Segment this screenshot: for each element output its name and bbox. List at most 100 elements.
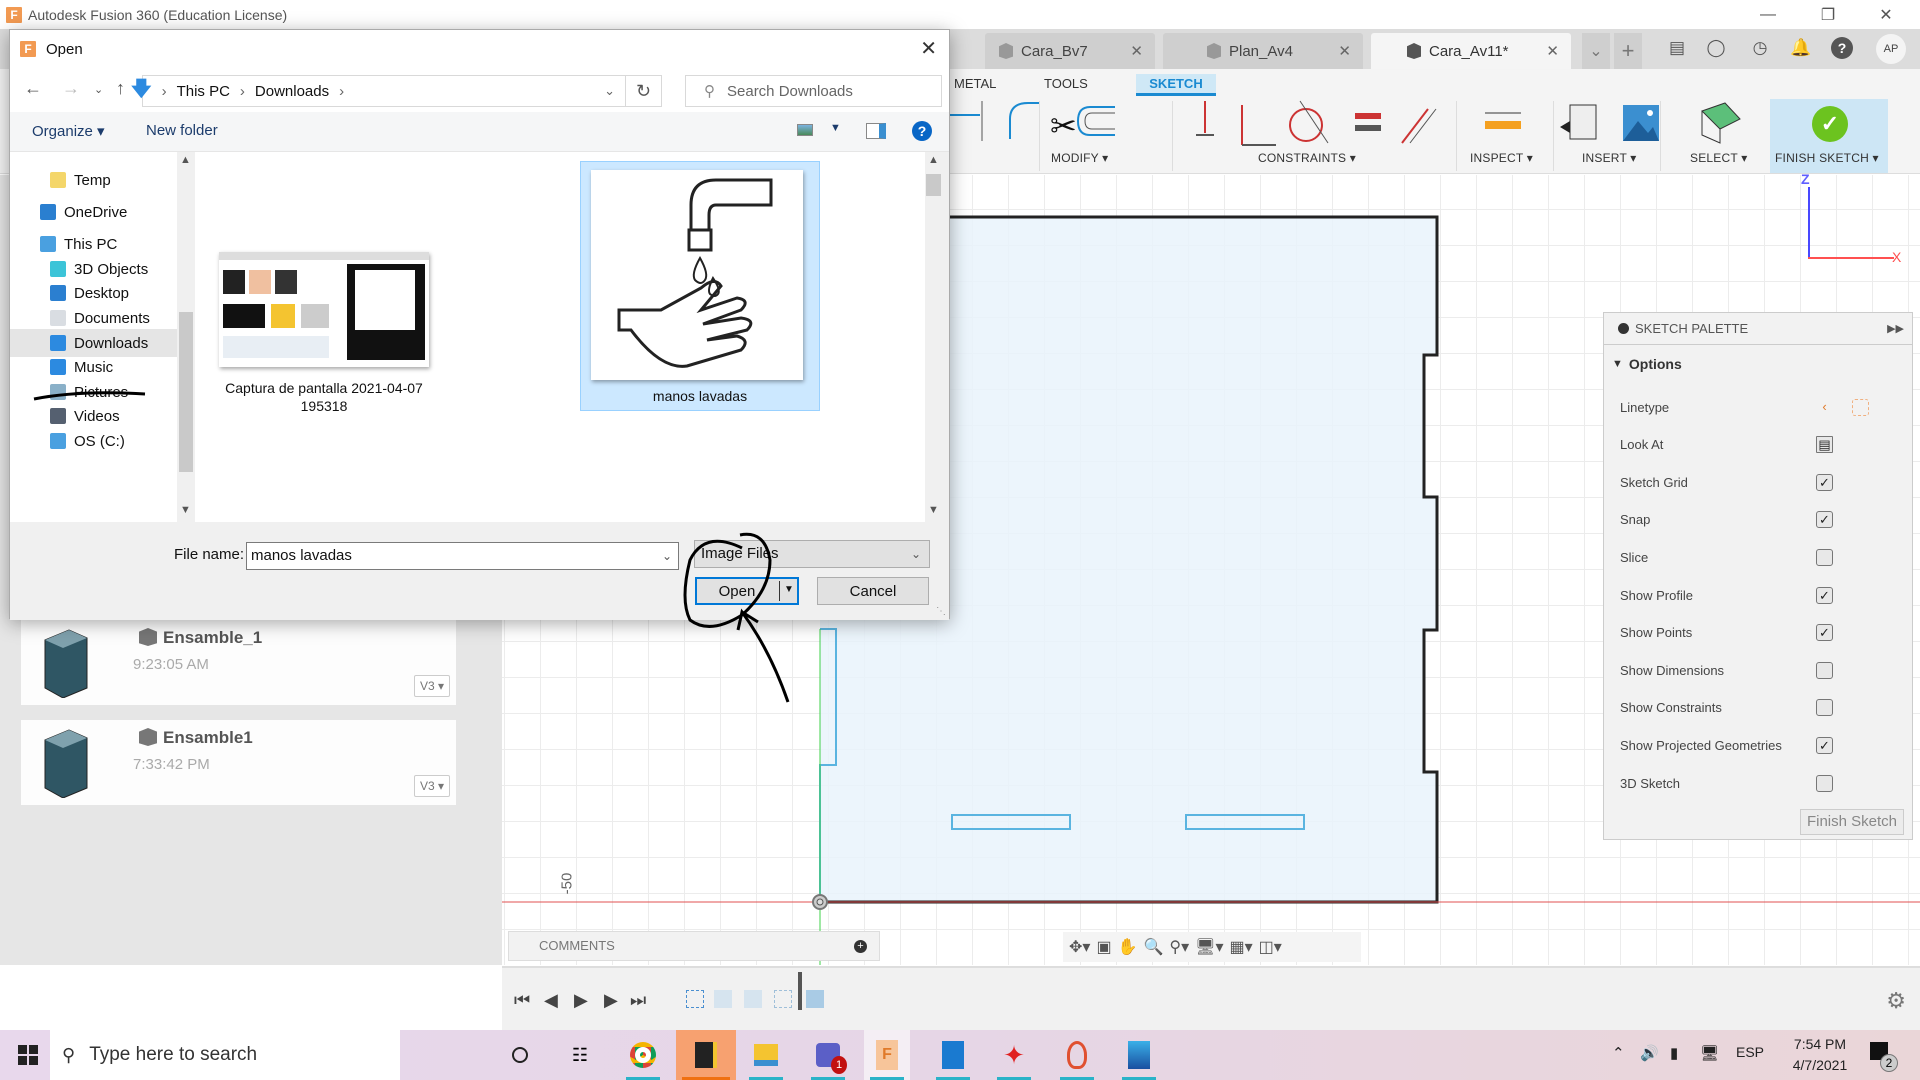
dialog-close-button[interactable]: ✕ (920, 36, 937, 61)
options-section[interactable]: ▼ Options (1604, 349, 1912, 379)
nav-scroll-thumb[interactable] (179, 312, 193, 472)
clock[interactable]: 7:54 PM 4/7/2021 (1780, 1034, 1860, 1076)
constraints-menu[interactable]: CONSTRAINTS ▾ (1258, 151, 1356, 165)
teams-app[interactable]: 1 (805, 1030, 851, 1080)
doc-tab[interactable]: Plan_Av4 ✕ (1163, 33, 1363, 69)
select-menu[interactable]: SELECT ▾ (1690, 151, 1747, 165)
close-tab-icon[interactable]: ✕ (1546, 42, 1559, 60)
grid-settings-icon[interactable]: ▦▾ (1230, 937, 1253, 957)
insert-menu[interactable]: INSERT ▾ (1582, 151, 1637, 165)
go-to-end-icon[interactable]: ⏭ (630, 990, 646, 1011)
resize-grip-icon[interactable]: ⋱ (936, 606, 946, 617)
cortana-icon[interactable] (497, 1030, 543, 1080)
windows-start-icon[interactable] (18, 1045, 38, 1065)
pan-hand-icon[interactable]: ✋ (1118, 937, 1138, 957)
new-folder-button[interactable]: New folder (146, 122, 218, 139)
file-name-input[interactable]: manos lavadas ⌄ (246, 542, 679, 570)
palette-header[interactable]: SKETCH PALETTE ▶▶ (1604, 313, 1912, 345)
timeline-extrude-feature[interactable] (744, 990, 762, 1008)
checkbox-checked[interactable]: ✓ (1816, 736, 1833, 754)
nav-item-onedrive[interactable]: OneDrive (10, 198, 177, 226)
go-to-start-icon[interactable]: ⏮ (514, 990, 530, 1011)
play-icon[interactable]: ▶ (574, 990, 588, 1011)
file-list-scrollbar[interactable]: ▲ ▼ (925, 152, 942, 522)
checkbox-unchecked[interactable] (1816, 661, 1833, 679)
fit-icon[interactable]: ⚲▾ (1169, 937, 1189, 957)
breadcrumb-this-pc[interactable]: This PC (177, 83, 230, 100)
refresh-button[interactable]: ↻ (626, 75, 662, 107)
battery-icon[interactable]: ▮ (1670, 1044, 1678, 1062)
display-settings-icon[interactable]: 🖥▾ (1195, 937, 1223, 957)
help-icon[interactable]: ? (1831, 37, 1853, 59)
address-dropdown-chevron-icon[interactable]: ⌄ (604, 83, 615, 99)
doc-tab[interactable]: Cara_Bv7 ✕ (985, 33, 1155, 69)
nav-pane-scrollbar[interactable]: ▲ ▼ (177, 152, 195, 522)
video-app[interactable] (930, 1030, 976, 1080)
step-back-icon[interactable]: ◀ (544, 990, 558, 1011)
file-card[interactable]: Ensamble1 7:33:42 PM V3 ▾ (21, 720, 456, 805)
timeline-extrude-feature[interactable] (714, 990, 732, 1008)
close-tab-icon[interactable]: ✕ (1130, 42, 1143, 60)
look-at-icon[interactable]: ▣ (1096, 937, 1111, 957)
user-avatar[interactable]: AP (1876, 34, 1906, 64)
paint-app[interactable] (1054, 1030, 1100, 1080)
view-options-chevron-icon[interactable]: ▼ (830, 122, 841, 134)
construction-linetype-icon[interactable]: ‹ (1816, 399, 1833, 416)
restore-button[interactable]: ❐ (1800, 0, 1856, 29)
file-type-select[interactable]: Image Files ⌄ (694, 540, 930, 568)
close-tab-icon[interactable]: ✕ (1338, 42, 1351, 60)
orbit-icon[interactable]: ✥▾ (1069, 937, 1090, 957)
back-arrow-icon[interactable]: ← (24, 78, 42, 99)
nav-item-os-c[interactable]: OS (C:) (10, 427, 177, 455)
organize-menu-button[interactable]: Organize ▾ (32, 122, 105, 140)
ribbon-tab-sketch[interactable]: SKETCH (1136, 74, 1216, 96)
file-scroll-thumb[interactable] (926, 174, 941, 196)
tab-overflow-button[interactable]: ⌄ (1582, 33, 1610, 69)
scroll-down-arrow-icon[interactable]: ▼ (180, 504, 191, 516)
open-button[interactable]: Open ▼ (695, 577, 799, 605)
nav-item-videos[interactable]: Videos (10, 402, 177, 430)
notifications-bell-icon[interactable]: 🔔 (1790, 37, 1812, 59)
doc-tab-active[interactable]: Cara_Av11* ✕ (1371, 33, 1571, 69)
finish-sketch-button[interactable]: ✓ FINISH SKETCH ▾ (1770, 99, 1888, 173)
photos-app[interactable] (1116, 1030, 1162, 1080)
centerline-linetype-icon[interactable] (1852, 398, 1869, 416)
minimize-button[interactable]: — (1740, 0, 1796, 29)
viewports-icon[interactable]: ◫▾ (1259, 937, 1282, 957)
expand-arrows-icon[interactable]: ▶▶ (1887, 322, 1904, 335)
sticky-notes-app[interactable] (676, 1030, 736, 1080)
search-downloads-input[interactable]: ⚲ Search Downloads (685, 75, 942, 107)
language-indicator[interactable]: ESP (1736, 1044, 1764, 1060)
add-comment-icon[interactable]: + (854, 940, 867, 953)
nav-item-desktop[interactable]: Desktop (10, 279, 177, 307)
file-explorer-app[interactable] (743, 1030, 789, 1080)
step-forward-icon[interactable]: ▶ (604, 990, 618, 1011)
new-tab-button[interactable]: + (1614, 33, 1642, 69)
chrome-app[interactable] (620, 1030, 666, 1080)
preview-pane-icon[interactable] (866, 123, 886, 139)
open-options-dropdown-icon[interactable]: ▼ (784, 584, 794, 595)
close-window-button[interactable]: ✕ (1858, 0, 1914, 29)
comments-panel[interactable]: COMMENTS + (508, 931, 880, 961)
network-icon[interactable]: 🖥 (1700, 1044, 1719, 1062)
breadcrumb-downloads[interactable]: Downloads (255, 83, 329, 100)
checkbox-checked[interactable]: ✓ (1816, 586, 1833, 604)
fusion-360-app[interactable]: F (864, 1030, 910, 1080)
nav-item-documents[interactable]: Documents (10, 304, 177, 332)
timeline-sketch-feature[interactable] (686, 990, 704, 1008)
checkbox-checked[interactable]: ✓ (1816, 473, 1833, 491)
comments-icon[interactable]: ▤ (1666, 37, 1688, 59)
collapse-icon[interactable] (1618, 323, 1629, 334)
look-at-icon[interactable]: ▤ (1816, 436, 1833, 454)
show-hidden-icons-chevron[interactable]: ⌃ (1612, 1044, 1625, 1062)
recent-locations-chevron-icon[interactable]: ⌄ (94, 83, 103, 96)
checkbox-unchecked[interactable] (1816, 699, 1833, 717)
address-bar[interactable]: 🡇 › This PC › Downloads › ⌄ (131, 75, 626, 107)
file-item-manos-lavadas-selected[interactable]: manos lavadas (580, 161, 820, 411)
modify-menu[interactable]: MODIFY ▾ (1051, 151, 1108, 165)
version-dropdown[interactable]: V3 ▾ (414, 775, 450, 797)
change-view-icon[interactable] (797, 124, 813, 136)
extensions-icon[interactable]: ◯ (1705, 37, 1727, 59)
checkbox-unchecked[interactable] (1816, 548, 1833, 566)
checkbox-checked[interactable]: ✓ (1816, 511, 1833, 529)
